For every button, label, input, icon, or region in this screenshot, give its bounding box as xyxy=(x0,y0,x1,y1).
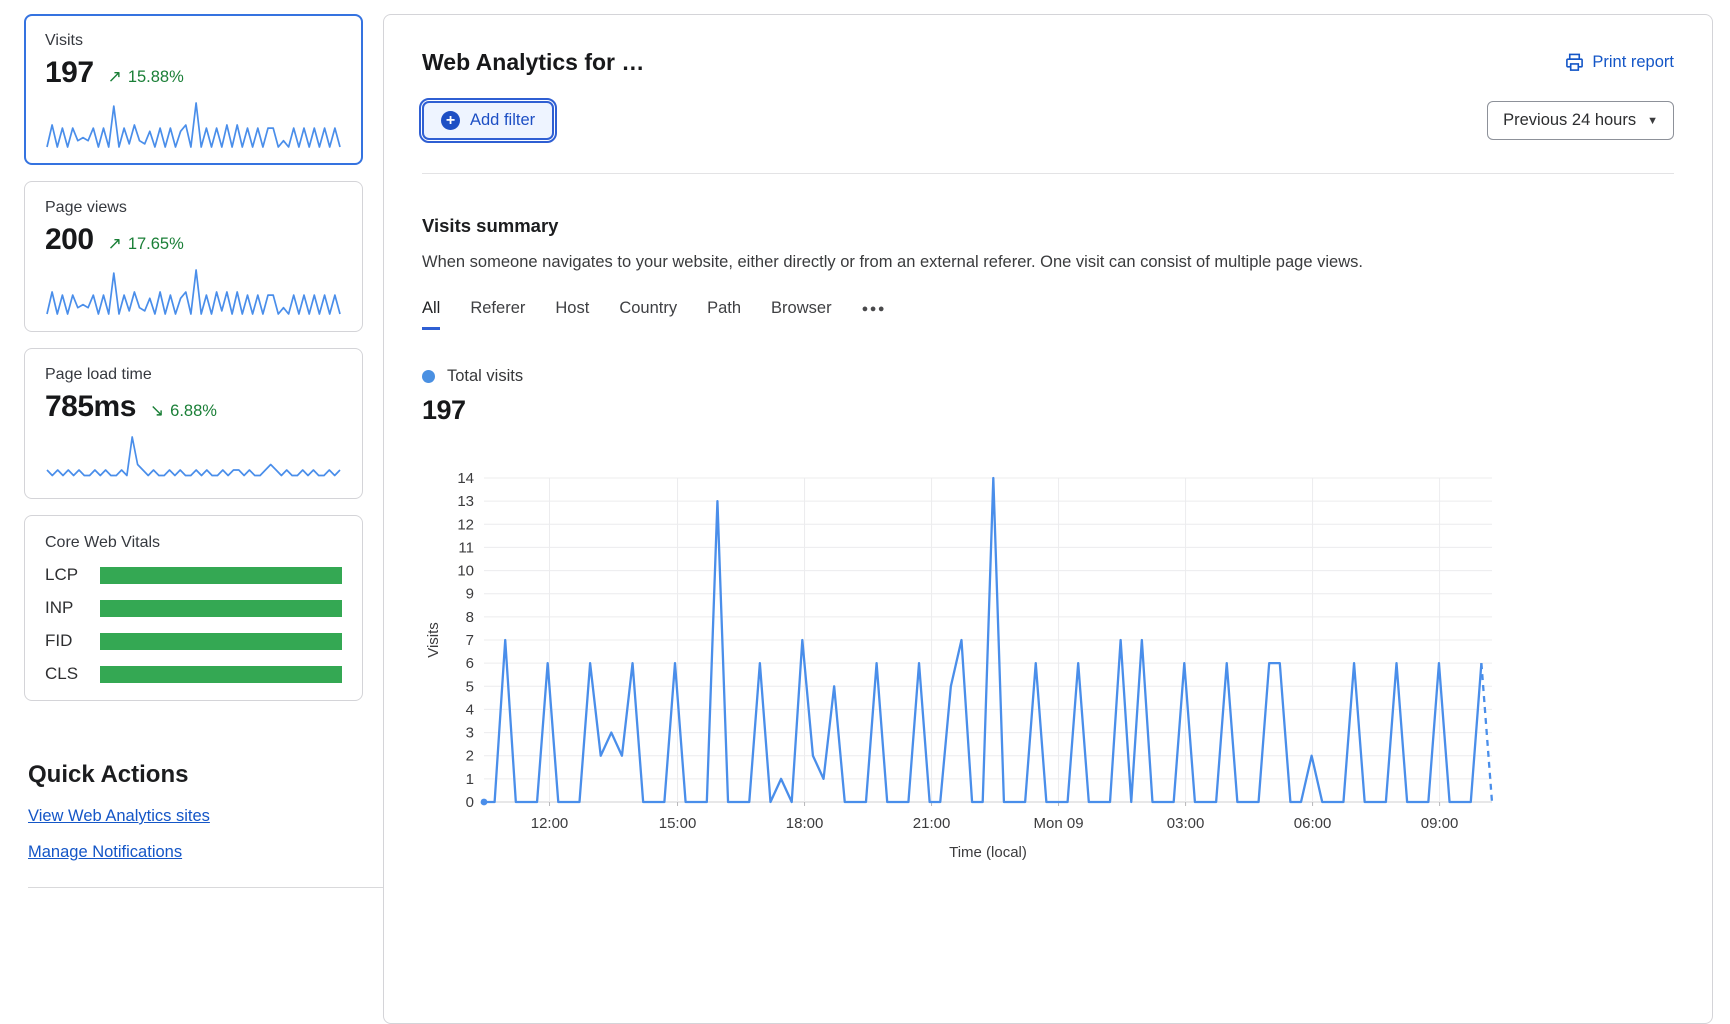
svg-text:13: 13 xyxy=(457,493,474,510)
svg-text:15:00: 15:00 xyxy=(659,815,697,832)
print-report-label: Print report xyxy=(1592,53,1674,72)
svg-text:10: 10 xyxy=(457,563,474,580)
vital-bar-track xyxy=(100,600,342,617)
trend-percent: 6.88% xyxy=(170,402,217,421)
vital-bar xyxy=(100,600,342,617)
time-range-label: Previous 24 hours xyxy=(1503,111,1636,130)
stat-card-visits[interactable]: Visits 197 ↗ 15.88% xyxy=(24,14,363,165)
sidebar: Visits 197 ↗ 15.88% Page views 200 ↗ 17.… xyxy=(24,14,363,888)
svg-text:8: 8 xyxy=(466,609,474,626)
more-tabs-icon[interactable]: ●●● xyxy=(862,303,886,327)
stat-card-page-load-time[interactable]: Page load time 785ms ↘ 6.88% xyxy=(24,348,363,499)
vital-label: LCP xyxy=(45,565,100,585)
vital-row-inp: INP xyxy=(45,598,342,618)
vital-bar-track xyxy=(100,666,342,683)
vital-row-lcp: LCP xyxy=(45,565,342,585)
plus-icon: + xyxy=(441,111,460,130)
tab-all[interactable]: All xyxy=(422,299,440,330)
trend-down-icon: ↘ xyxy=(150,401,164,421)
tab-path[interactable]: Path xyxy=(707,299,741,330)
visits-chart: 0123456789101112131412:0015:0018:0021:00… xyxy=(424,462,1674,877)
panel-header: Web Analytics for … Print report + Add f… xyxy=(384,15,1712,174)
svg-text:3: 3 xyxy=(466,725,474,742)
stat-card-trend: ↗ 17.65% xyxy=(108,234,184,254)
vital-row-fid: FID xyxy=(45,631,342,651)
stat-card-page-views[interactable]: Page views 200 ↗ 17.65% xyxy=(24,181,363,332)
vital-bar xyxy=(100,567,342,584)
trend-up-icon: ↗ xyxy=(108,67,122,87)
sidebar-divider xyxy=(28,887,393,888)
svg-text:2: 2 xyxy=(466,748,474,765)
stat-card-title: Page load time xyxy=(45,366,342,384)
view-web-analytics-sites-link[interactable]: View Web Analytics sites xyxy=(28,808,210,825)
chart-legend: Total visits xyxy=(422,367,1674,386)
svg-text:18:00: 18:00 xyxy=(786,815,824,832)
svg-text:Mon 09: Mon 09 xyxy=(1034,815,1084,832)
stat-card-value: 200 xyxy=(45,223,94,257)
svg-text:09:00: 09:00 xyxy=(1421,815,1459,832)
legend-label: Total visits xyxy=(447,367,523,386)
legend-dot-icon xyxy=(422,370,435,383)
core-web-vitals-card: Core Web Vitals LCP INP FID CLS xyxy=(24,515,363,701)
svg-text:6: 6 xyxy=(466,655,474,672)
tab-country[interactable]: Country xyxy=(619,299,677,330)
stat-card-trend: ↗ 15.88% xyxy=(108,67,184,87)
vital-row-cls: CLS xyxy=(45,664,342,684)
vital-label: INP xyxy=(45,598,100,618)
svg-text:12:00: 12:00 xyxy=(531,815,569,832)
tab-host[interactable]: Host xyxy=(555,299,589,330)
add-filter-label: Add filter xyxy=(470,111,535,130)
main-panel: Web Analytics for … Print report + Add f… xyxy=(383,14,1713,1024)
page-title: Web Analytics for … xyxy=(422,49,644,76)
vital-bar xyxy=(100,633,342,650)
vital-label: CLS xyxy=(45,664,100,684)
vital-bar-track xyxy=(100,567,342,584)
manage-notifications-link[interactable]: Manage Notifications xyxy=(28,844,182,861)
svg-text:7: 7 xyxy=(466,632,474,649)
add-filter-button[interactable]: + Add filter xyxy=(422,101,554,140)
stat-card-title: Visits xyxy=(45,32,342,50)
svg-text:06:00: 06:00 xyxy=(1294,815,1332,832)
svg-text:Time (local): Time (local) xyxy=(949,844,1027,861)
svg-text:5: 5 xyxy=(466,678,474,695)
stat-card-value: 197 xyxy=(45,56,94,90)
stat-card-title: Page views xyxy=(45,199,342,217)
svg-text:9: 9 xyxy=(466,586,474,603)
vitals-title: Core Web Vitals xyxy=(45,534,342,552)
vital-label: FID xyxy=(45,631,100,651)
svg-text:03:00: 03:00 xyxy=(1167,815,1205,832)
total-visits-value: 197 xyxy=(422,395,1674,426)
quick-actions-title: Quick Actions xyxy=(28,761,363,789)
svg-text:12: 12 xyxy=(457,516,474,533)
svg-text:21:00: 21:00 xyxy=(913,815,951,832)
svg-text:4: 4 xyxy=(466,701,474,718)
trend-percent: 15.88% xyxy=(128,68,184,87)
tab-referer[interactable]: Referer xyxy=(470,299,525,330)
tab-browser[interactable]: Browser xyxy=(771,299,832,330)
svg-text:14: 14 xyxy=(457,470,474,487)
stat-card-value: 785ms xyxy=(45,390,136,424)
trend-up-icon: ↗ xyxy=(108,234,122,254)
vital-bar-track xyxy=(100,633,342,650)
sparkline-chart xyxy=(45,98,342,150)
svg-text:11: 11 xyxy=(458,539,474,556)
sparkline-chart xyxy=(45,265,342,317)
line-chart-svg: 0123456789101112131412:0015:0018:0021:00… xyxy=(424,462,1499,872)
sparkline-chart xyxy=(45,432,342,484)
section-description: When someone navigates to your website, … xyxy=(422,253,1674,272)
svg-text:Visits: Visits xyxy=(425,622,442,658)
stat-card-trend: ↘ 6.88% xyxy=(150,401,217,421)
vital-bar xyxy=(100,666,342,683)
time-range-dropdown[interactable]: Previous 24 hours ▼ xyxy=(1487,101,1674,140)
print-report-link[interactable]: Print report xyxy=(1565,53,1674,72)
printer-icon xyxy=(1565,53,1584,72)
section-title: Visits summary xyxy=(422,215,1674,237)
dimension-tabs: All Referer Host Country Path Browser ●●… xyxy=(422,299,1674,330)
trend-percent: 17.65% xyxy=(128,235,184,254)
svg-text:0: 0 xyxy=(466,794,474,811)
svg-text:1: 1 xyxy=(466,771,474,788)
chevron-down-icon: ▼ xyxy=(1647,115,1658,127)
visits-summary-section: Visits summary When someone navigates to… xyxy=(384,174,1712,877)
quick-actions-section: Quick Actions View Web Analytics sites M… xyxy=(24,761,363,888)
